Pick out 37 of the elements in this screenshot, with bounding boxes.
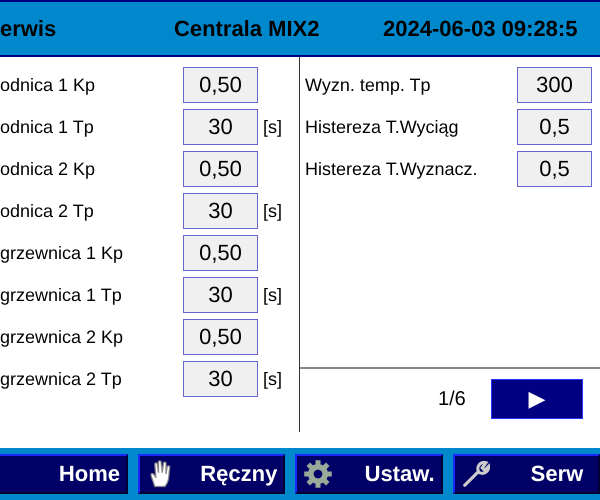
parameter-label: odnica 2 Tp bbox=[0, 200, 95, 222]
date-time: 2024-06-03 09:28:5 bbox=[383, 16, 578, 42]
unit-label: [s] bbox=[263, 116, 282, 138]
parameter-label: odnica 1 Kp bbox=[0, 74, 96, 96]
nav-button[interactable]: Home bbox=[0, 454, 128, 494]
value-field[interactable]: 300 bbox=[517, 67, 592, 103]
screen-title: Centrala MIX2 bbox=[174, 16, 320, 42]
parameter-label: grzewnica 1 Kp bbox=[0, 242, 124, 264]
value-field[interactable]: 30 bbox=[183, 109, 258, 145]
parameter-label: Histereza T.Wyciąg bbox=[304, 116, 460, 138]
wrench-icon bbox=[460, 459, 491, 489]
parameter-label: Wyzn. temp. Tp bbox=[304, 74, 432, 96]
value-field[interactable]: 0,5 bbox=[517, 151, 592, 187]
unit-label: [s] bbox=[263, 200, 282, 222]
parameter-label: odnica 1 Tp bbox=[0, 116, 95, 138]
parameter-label: odnica 2 Kp bbox=[0, 158, 96, 180]
nav-button[interactable]: Ręczny bbox=[138, 454, 286, 494]
value-field[interactable]: 0,50 bbox=[183, 67, 258, 103]
gear-icon bbox=[303, 459, 334, 489]
page-indicator: 1/6 bbox=[438, 388, 467, 410]
parameter-label: grzewnica 1 Tp bbox=[0, 284, 123, 306]
nav-button[interactable]: Serw bbox=[452, 454, 600, 494]
parameter-label: grzewnica 2 Kp bbox=[0, 326, 124, 348]
unit-label: [s] bbox=[263, 284, 282, 306]
value-field[interactable]: 30 bbox=[183, 361, 258, 397]
value-field[interactable]: 0,50 bbox=[183, 151, 258, 187]
parameter-label: grzewnica 2 Tp bbox=[0, 368, 123, 390]
value-field[interactable]: 0,5 bbox=[517, 109, 592, 145]
value-field[interactable]: 30 bbox=[183, 277, 258, 313]
parameter-label: Histereza T.Wyznacz. bbox=[304, 158, 479, 180]
screen-name: erwis bbox=[0, 16, 58, 42]
unit-label: [s] bbox=[263, 368, 282, 390]
value-field[interactable]: 30 bbox=[183, 193, 258, 229]
value-field[interactable]: 0,50 bbox=[183, 235, 258, 271]
value-field[interactable]: 0,50 bbox=[183, 319, 258, 355]
next-page-button[interactable]: ▶ bbox=[491, 379, 583, 419]
nav-button[interactable]: Ustaw. bbox=[295, 454, 443, 494]
